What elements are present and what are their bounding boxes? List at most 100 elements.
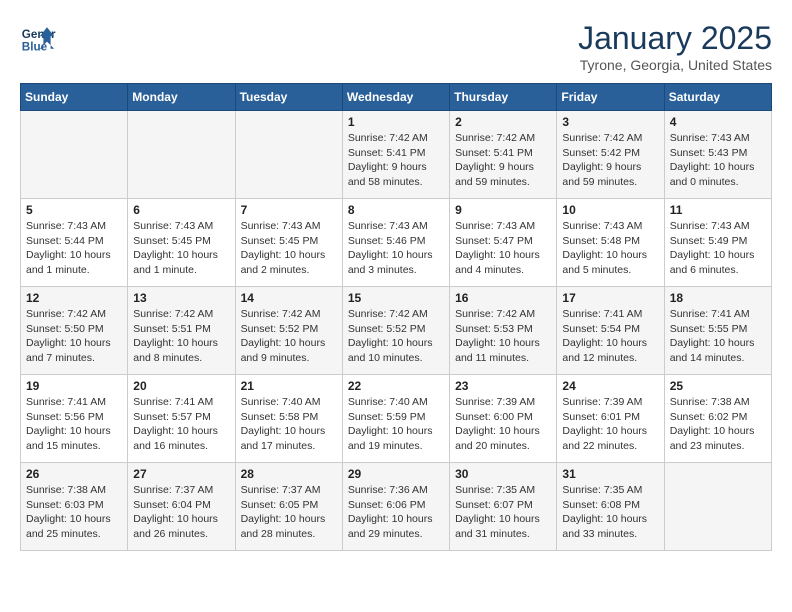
day-info: Sunrise: 7:42 AM Sunset: 5:50 PM Dayligh… [26,307,122,366]
day-number: 25 [670,379,766,393]
day-info: Sunrise: 7:43 AM Sunset: 5:45 PM Dayligh… [133,219,229,278]
calendar-cell: 2 Sunrise: 7:42 AM Sunset: 5:41 PM Daylig… [450,111,557,199]
day-info: Sunrise: 7:42 AM Sunset: 5:53 PM Dayligh… [455,307,551,366]
calendar-cell [128,111,235,199]
weekday-header-thursday: Thursday [450,84,557,111]
calendar-cell: 21 Sunrise: 7:40 AM Sunset: 5:58 PM Dayli… [235,375,342,463]
day-info: Sunrise: 7:41 AM Sunset: 5:55 PM Dayligh… [670,307,766,366]
day-info: Sunrise: 7:38 AM Sunset: 6:03 PM Dayligh… [26,483,122,542]
day-number: 30 [455,467,551,481]
day-info: Sunrise: 7:35 AM Sunset: 6:08 PM Dayligh… [562,483,658,542]
day-number: 8 [348,203,444,217]
day-number: 18 [670,291,766,305]
calendar-cell: 20 Sunrise: 7:41 AM Sunset: 5:57 PM Dayli… [128,375,235,463]
calendar-cell: 14 Sunrise: 7:42 AM Sunset: 5:52 PM Dayli… [235,287,342,375]
day-info: Sunrise: 7:41 AM Sunset: 5:56 PM Dayligh… [26,395,122,454]
calendar-cell: 18 Sunrise: 7:41 AM Sunset: 5:55 PM Dayli… [664,287,771,375]
calendar-cell: 4Sunrise: 7:43 AM Sunset: 5:43 PM Daylig… [664,111,771,199]
day-number: 14 [241,291,337,305]
day-number: 16 [455,291,551,305]
logo: General Blue [20,20,56,56]
calendar-cell: 6 Sunrise: 7:43 AM Sunset: 5:45 PM Daylig… [128,199,235,287]
calendar-cell: 12 Sunrise: 7:42 AM Sunset: 5:50 PM Dayli… [21,287,128,375]
day-info: Sunrise: 7:35 AM Sunset: 6:07 PM Dayligh… [455,483,551,542]
day-info: Sunrise: 7:43 AM Sunset: 5:48 PM Dayligh… [562,219,658,278]
logo-icon: General Blue [20,20,56,56]
weekday-header-wednesday: Wednesday [342,84,449,111]
day-number: 11 [670,203,766,217]
calendar-cell: 24 Sunrise: 7:39 AM Sunset: 6:01 PM Dayli… [557,375,664,463]
calendar-cell: 7 Sunrise: 7:43 AM Sunset: 5:45 PM Daylig… [235,199,342,287]
calendar-cell: 25Sunrise: 7:38 AM Sunset: 6:02 PM Dayli… [664,375,771,463]
calendar-cell: 28Sunrise: 7:37 AM Sunset: 6:05 PM Dayli… [235,463,342,551]
day-number: 1 [348,115,444,129]
day-number: 13 [133,291,229,305]
calendar-cell: 3Sunrise: 7:42 AM Sunset: 5:42 PM Daylig… [557,111,664,199]
day-number: 28 [241,467,337,481]
calendar-cell: 5Sunrise: 7:43 AM Sunset: 5:44 PM Daylig… [21,199,128,287]
location: Tyrone, Georgia, United States [578,57,772,73]
day-info: Sunrise: 7:40 AM Sunset: 5:59 PM Dayligh… [348,395,444,454]
calendar-cell: 16 Sunrise: 7:42 AM Sunset: 5:53 PM Dayli… [450,287,557,375]
calendar-cell: 15 Sunrise: 7:42 AM Sunset: 5:52 PM Dayli… [342,287,449,375]
day-number: 24 [562,379,658,393]
day-info: Sunrise: 7:42 AM Sunset: 5:52 PM Dayligh… [348,307,444,366]
day-info: Sunrise: 7:42 AM Sunset: 5:41 PM Dayligh… [455,131,551,190]
calendar-cell [664,463,771,551]
calendar-week-4: 19 Sunrise: 7:41 AM Sunset: 5:56 PM Dayli… [21,375,772,463]
calendar-cell: 26 Sunrise: 7:38 AM Sunset: 6:03 PM Dayli… [21,463,128,551]
day-info: Sunrise: 7:43 AM Sunset: 5:46 PM Dayligh… [348,219,444,278]
day-number: 15 [348,291,444,305]
day-number: 2 [455,115,551,129]
calendar-cell: 27 Sunrise: 7:37 AM Sunset: 6:04 PM Dayli… [128,463,235,551]
calendar-header-row: SundayMondayTuesdayWednesdayThursdayFrid… [21,84,772,111]
day-info: Sunrise: 7:36 AM Sunset: 6:06 PM Dayligh… [348,483,444,542]
day-number: 23 [455,379,551,393]
calendar-table: SundayMondayTuesdayWednesdayThursdayFrid… [20,83,772,551]
day-info: Sunrise: 7:41 AM Sunset: 5:57 PM Dayligh… [133,395,229,454]
calendar-week-3: 12 Sunrise: 7:42 AM Sunset: 5:50 PM Dayli… [21,287,772,375]
calendar-cell: 11Sunrise: 7:43 AM Sunset: 5:49 PM Dayli… [664,199,771,287]
day-number: 12 [26,291,122,305]
day-info: Sunrise: 7:42 AM Sunset: 5:42 PM Dayligh… [562,131,658,190]
day-number: 21 [241,379,337,393]
calendar-week-2: 5Sunrise: 7:43 AM Sunset: 5:44 PM Daylig… [21,199,772,287]
calendar-cell: 17 Sunrise: 7:41 AM Sunset: 5:54 PM Dayli… [557,287,664,375]
title-area: January 2025 Tyrone, Georgia, United Sta… [578,20,772,73]
calendar-cell [235,111,342,199]
day-info: Sunrise: 7:43 AM Sunset: 5:47 PM Dayligh… [455,219,551,278]
day-info: Sunrise: 7:37 AM Sunset: 6:04 PM Dayligh… [133,483,229,542]
day-number: 7 [241,203,337,217]
day-info: Sunrise: 7:39 AM Sunset: 6:00 PM Dayligh… [455,395,551,454]
day-info: Sunrise: 7:39 AM Sunset: 6:01 PM Dayligh… [562,395,658,454]
day-number: 29 [348,467,444,481]
day-number: 4 [670,115,766,129]
day-info: Sunrise: 7:43 AM Sunset: 5:45 PM Dayligh… [241,219,337,278]
day-number: 10 [562,203,658,217]
month-title: January 2025 [578,20,772,57]
day-number: 17 [562,291,658,305]
calendar-week-5: 26 Sunrise: 7:38 AM Sunset: 6:03 PM Dayli… [21,463,772,551]
calendar-cell: 9 Sunrise: 7:43 AM Sunset: 5:47 PM Daylig… [450,199,557,287]
page-header: General Blue January 2025 Tyrone, Georgi… [20,20,772,73]
day-number: 20 [133,379,229,393]
day-number: 31 [562,467,658,481]
calendar-cell: 19 Sunrise: 7:41 AM Sunset: 5:56 PM Dayli… [21,375,128,463]
weekday-header-monday: Monday [128,84,235,111]
calendar-cell: 13Sunrise: 7:42 AM Sunset: 5:51 PM Dayli… [128,287,235,375]
calendar-cell: 22Sunrise: 7:40 AM Sunset: 5:59 PM Dayli… [342,375,449,463]
calendar-cell: 31 Sunrise: 7:35 AM Sunset: 6:08 PM Dayli… [557,463,664,551]
day-number: 27 [133,467,229,481]
day-number: 5 [26,203,122,217]
day-info: Sunrise: 7:42 AM Sunset: 5:52 PM Dayligh… [241,307,337,366]
weekday-header-tuesday: Tuesday [235,84,342,111]
day-info: Sunrise: 7:41 AM Sunset: 5:54 PM Dayligh… [562,307,658,366]
day-info: Sunrise: 7:40 AM Sunset: 5:58 PM Dayligh… [241,395,337,454]
weekday-header-saturday: Saturday [664,84,771,111]
calendar-cell: 1Sunrise: 7:42 AM Sunset: 5:41 PM Daylig… [342,111,449,199]
day-number: 19 [26,379,122,393]
day-number: 26 [26,467,122,481]
day-number: 9 [455,203,551,217]
day-number: 6 [133,203,229,217]
calendar-cell [21,111,128,199]
